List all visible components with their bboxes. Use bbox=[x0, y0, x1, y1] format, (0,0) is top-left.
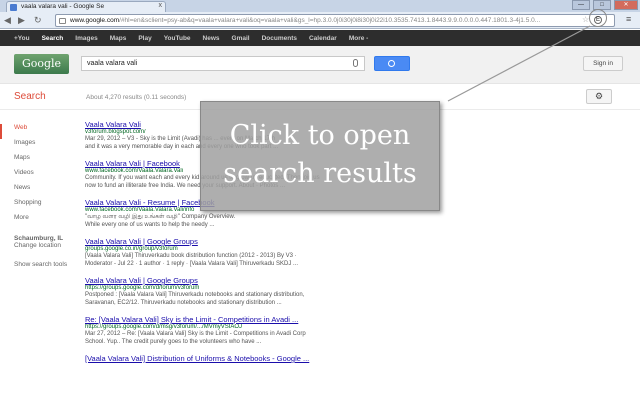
tab-title: vaala valara vali - Google Se bbox=[21, 3, 105, 10]
window-controls: — □ ✕ bbox=[572, 0, 638, 10]
close-button[interactable]: ✕ bbox=[614, 0, 638, 10]
minimize-button[interactable]: — bbox=[572, 0, 590, 10]
page-icon bbox=[59, 18, 66, 24]
result-snippet: Moderator - Jul 22 · 1 author · 1 reply … bbox=[85, 261, 298, 267]
change-location-link[interactable]: Change location bbox=[14, 242, 74, 261]
result-title-link[interactable]: Re: [Vaala Valara Vali] Sky is the Limit… bbox=[85, 315, 385, 324]
back-arrow-icon[interactable]: ◀ bbox=[4, 15, 11, 26]
gbar-search[interactable]: Search bbox=[42, 35, 64, 42]
sign-in-button[interactable]: Sign in bbox=[583, 56, 623, 71]
search-header: Google vaala valara vali Sign in bbox=[0, 46, 640, 84]
gbar-documents[interactable]: Documents bbox=[262, 35, 297, 42]
google-favicon-icon bbox=[10, 4, 17, 11]
wrench-icon[interactable]: ≡ bbox=[626, 14, 631, 24]
gbar-youtube[interactable]: YouTube bbox=[164, 35, 191, 42]
callout-line-2: search results bbox=[223, 158, 417, 189]
result-item: [Vaala Valara Vali] Distribution of Unif… bbox=[85, 354, 385, 363]
leftnav-maps[interactable]: Maps bbox=[14, 154, 74, 169]
search-button[interactable] bbox=[374, 56, 410, 71]
browser-toolbar: ◀ ▶ ↻ www.google.com/#hl=en&sclient=psy-… bbox=[0, 12, 640, 29]
result-snippet: [Vaala Valara Vali] Thiruverkadu book di… bbox=[85, 253, 297, 259]
result-snippet: While every one of us wants to help the … bbox=[85, 222, 215, 228]
url-path: /#hl=en&sclient=psy-ab&q=vaala+valara+va… bbox=[119, 17, 541, 24]
reload-icon[interactable]: ↻ bbox=[34, 15, 42, 26]
leftnav-web[interactable]: Web bbox=[0, 124, 74, 139]
leftnav-shopping[interactable]: Shopping bbox=[14, 199, 74, 214]
leftnav-images[interactable]: Images bbox=[14, 139, 74, 154]
extension-highlight-ring bbox=[589, 9, 607, 27]
gear-icon[interactable]: ⚙ bbox=[586, 89, 612, 104]
tutorial-callout: Click to open search results bbox=[200, 101, 440, 211]
gbar-more[interactable]: More - bbox=[349, 35, 369, 42]
gbar-images[interactable]: Images bbox=[75, 35, 97, 42]
tab-close-icon[interactable]: x bbox=[159, 2, 163, 9]
url-host: www.google.com bbox=[70, 17, 120, 24]
result-item: Vaala Valara Vali | Google Groups groups… bbox=[85, 237, 385, 268]
location-label: Schaumburg, IL bbox=[14, 235, 64, 242]
forward-arrow-icon[interactable]: ▶ bbox=[18, 15, 25, 26]
result-snippet: School. Yup.. The credit purely goes to … bbox=[85, 339, 262, 345]
gbar-maps[interactable]: Maps bbox=[110, 35, 127, 42]
search-input[interactable]: vaala valara vali bbox=[81, 56, 365, 71]
page-title: Search bbox=[14, 91, 46, 102]
leftnav-more[interactable]: More bbox=[14, 214, 74, 229]
gbar-gmail[interactable]: Gmail bbox=[232, 35, 250, 42]
browser-tabstrip: vaala valara vali - Google Se x — □ ✕ bbox=[0, 0, 640, 12]
search-tools-link[interactable]: Show search tools bbox=[14, 261, 74, 276]
gbar-calendar[interactable]: Calendar bbox=[309, 35, 337, 42]
google-bar: +You Search Images Maps Play YouTube New… bbox=[0, 30, 640, 46]
browser-tab[interactable]: vaala valara vali - Google Se x bbox=[6, 1, 166, 12]
address-bar[interactable]: www.google.com/#hl=en&sclient=psy-ab&q=v… bbox=[55, 14, 615, 27]
result-item: Vaala Valara Vali | Google Groups https:… bbox=[85, 276, 385, 307]
callout-line-1: Click to open bbox=[229, 120, 411, 151]
result-snippet: Mar 27, 2012 – Re: [Vaala Valara Vali] S… bbox=[85, 331, 306, 337]
gbar-play[interactable]: Play bbox=[138, 35, 151, 42]
result-snippet: "வாழ வளர வழி இது உங்கள் வழி" Company Ove… bbox=[85, 214, 236, 220]
result-item: Re: [Vaala Valara Vali] Sky is the Limit… bbox=[85, 315, 385, 346]
leftnav-news[interactable]: News bbox=[14, 184, 74, 199]
gbar-news[interactable]: News bbox=[203, 35, 220, 42]
result-snippet: Saravanan, EC2/12. Thiruverkadu notebook… bbox=[85, 300, 282, 306]
left-nav: Web Images Maps Videos News Shopping Mor… bbox=[0, 124, 74, 276]
result-title-link[interactable]: Vaala Valara Vali | Google Groups bbox=[85, 276, 385, 285]
result-title-link[interactable]: [Vaala Valara Vali] Distribution of Unif… bbox=[85, 354, 385, 363]
result-stats: About 4,270 results (0.11 seconds) bbox=[86, 94, 187, 101]
microphone-icon[interactable] bbox=[353, 59, 358, 67]
google-logo[interactable]: Google bbox=[14, 54, 69, 74]
gbar-you[interactable]: +You bbox=[14, 35, 30, 42]
result-title-link[interactable]: Vaala Valara Vali | Google Groups bbox=[85, 237, 385, 246]
result-snippet: Postponed : [Vaala Valara Vali] Thiruver… bbox=[85, 292, 305, 298]
leftnav-videos[interactable]: Videos bbox=[14, 169, 74, 184]
magnifier-icon bbox=[388, 60, 395, 67]
